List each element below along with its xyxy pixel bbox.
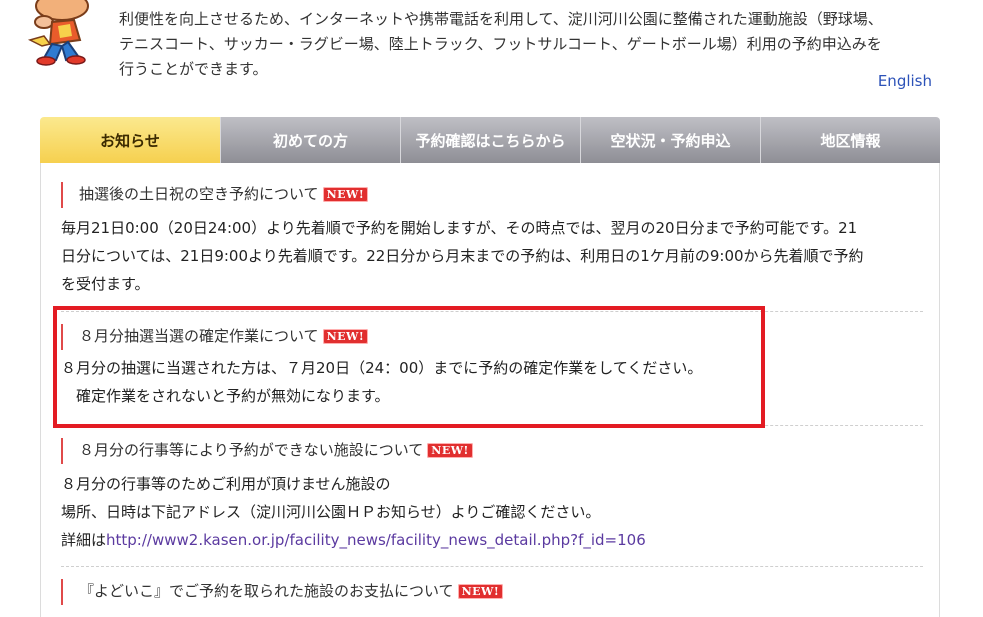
news-body-line: 毎月21日0:00（20日24:00）より先着順で予約を開始しますが、その時点で…: [61, 219, 858, 237]
news-title[interactable]: 抽選後の土日祝の空き予約について NEW!: [61, 182, 921, 208]
intro-line: テニスコート、サッカー・ラグビー場、陸上トラック、フットサルコート、ゲートボール…: [119, 35, 882, 53]
detail-prefix: 詳細は: [61, 531, 107, 549]
news-body: 毎月21日0:00（20日24:00）より先着順で予約を開始しますが、その時点で…: [61, 214, 921, 298]
news-title-text: 抽選後の土日祝の空き予約について: [79, 185, 319, 203]
mascot-logo: [27, 0, 89, 66]
new-badge: NEW!: [322, 186, 369, 202]
news-item: 『よどいこ』でご予約を取られた施設のお支払について NEW!: [61, 579, 921, 605]
news-item: ８月分の行事等により予約ができない施設について NEW! ８月分の行事等のためご…: [61, 438, 921, 554]
tab-availability[interactable]: 空状況・予約申込: [580, 117, 760, 163]
new-badge: NEW!: [457, 583, 504, 599]
news-body-line: を受付ます。: [61, 275, 150, 293]
new-badge: NEW!: [427, 442, 473, 458]
tab-news[interactable]: お知らせ: [40, 117, 220, 163]
news-item: 抽選後の土日祝の空き予約について NEW! 毎月21日0:00（20日24:00…: [61, 182, 921, 298]
tab-district-info[interactable]: 地区情報: [760, 117, 940, 163]
news-title[interactable]: 『よどいこ』でご予約を取られた施設のお支払について NEW!: [61, 579, 921, 605]
news-title-text: 『よどいこ』でご予約を取られた施設のお支払について: [79, 582, 454, 600]
highlight-box: [53, 306, 765, 428]
intro-text: 利便性を向上させるため、インターネットや携帯電話を利用して、淀川河川公園に整備さ…: [119, 7, 949, 82]
tab-first-time[interactable]: 初めての方: [220, 117, 400, 163]
tab-reservation-check[interactable]: 予約確認はこちらから: [400, 117, 580, 163]
divider: [61, 566, 923, 567]
news-body-line: 日分については、21日9:00より先着順です。22日分から月末までの予約は、利用…: [61, 247, 864, 265]
news-body: ８月分の行事等のためご利用が頂けません施設の 場所、日時は下記アドレス（淀川河川…: [61, 470, 921, 554]
facility-news-link[interactable]: http://www2.kasen.or.jp/facility_news/fa…: [106, 531, 646, 549]
news-body-line: 場所、日時は下記アドレス（淀川河川公園ＨＰお知らせ）よりご確認ください。: [61, 503, 601, 521]
news-title-text: ８月分の行事等により予約ができない施設について: [79, 441, 424, 459]
news-body-line: 詳細はhttp://www2.kasen.or.jp/facility_news…: [61, 526, 921, 554]
english-link[interactable]: English: [878, 72, 932, 90]
intro-line: 行うことができます。: [119, 60, 268, 78]
news-title[interactable]: ８月分の行事等により予約ができない施設について NEW!: [61, 438, 921, 464]
news-panel: 抽選後の土日祝の空き予約について NEW! 毎月21日0:00（20日24:00…: [40, 163, 940, 617]
main-tabs: お知らせ 初めての方 予約確認はこちらから 空状況・予約申込 地区情報: [40, 117, 940, 163]
news-body-line: ８月分の行事等のためご利用が頂けません施設の: [61, 475, 391, 493]
intro-line: 利便性を向上させるため、インターネットや携帯電話を利用して、淀川河川公園に整備さ…: [119, 10, 883, 28]
